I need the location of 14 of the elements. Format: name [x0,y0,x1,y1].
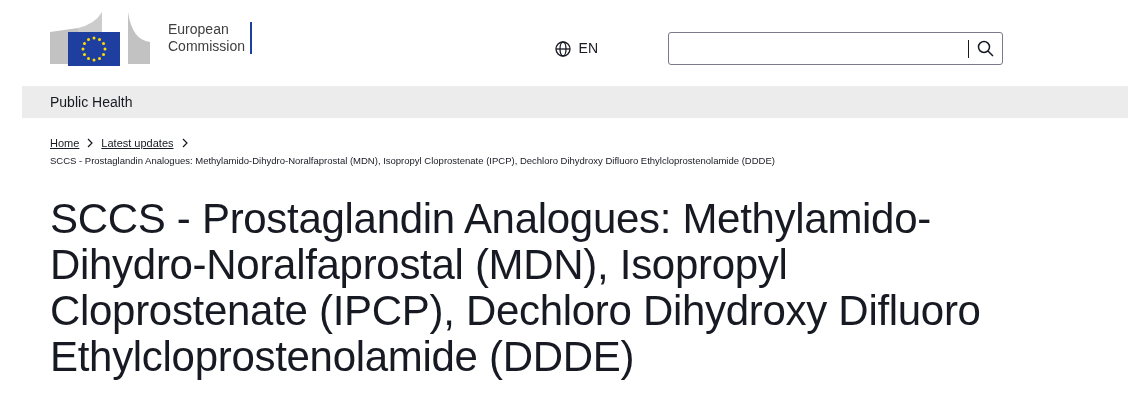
chevron-icon [87,138,94,148]
search-field[interactable] [668,32,1003,65]
globe-icon [554,40,571,57]
current-page-text: SCCS - Prostaglandin Analogues: Methylamido-Dihydro-Noralfaprostal (MDN), Isopropyl Cloprostenate (IPCP), Dechloro Dihydroxy Difluoro Ethylcloprostenolamide (DDDE) [50,154,776,168]
site-title[interactable]: Public Health [50,91,133,113]
page-title: SCCS - Prostaglandin Analogues: Methylamido-Dihydro-Noralfaprostal (MDN), Isopropyl Cloprostenate (IPCP), Dechloro Dihydroxy Difluoro Ethylcloprostenolamide (DDDE) [50,196,982,381]
logo-text: Commission [168,38,245,55]
language-selector[interactable]: EN [554,38,598,59]
breadcrumb-link[interactable]: Latest updates [101,134,174,152]
logo-text: European [168,21,230,38]
search-icon[interactable] [977,40,994,57]
logo-emblem-icon [50,10,150,66]
chevron-icon [181,138,188,148]
breadcrumb-link[interactable]: Home [50,134,80,152]
